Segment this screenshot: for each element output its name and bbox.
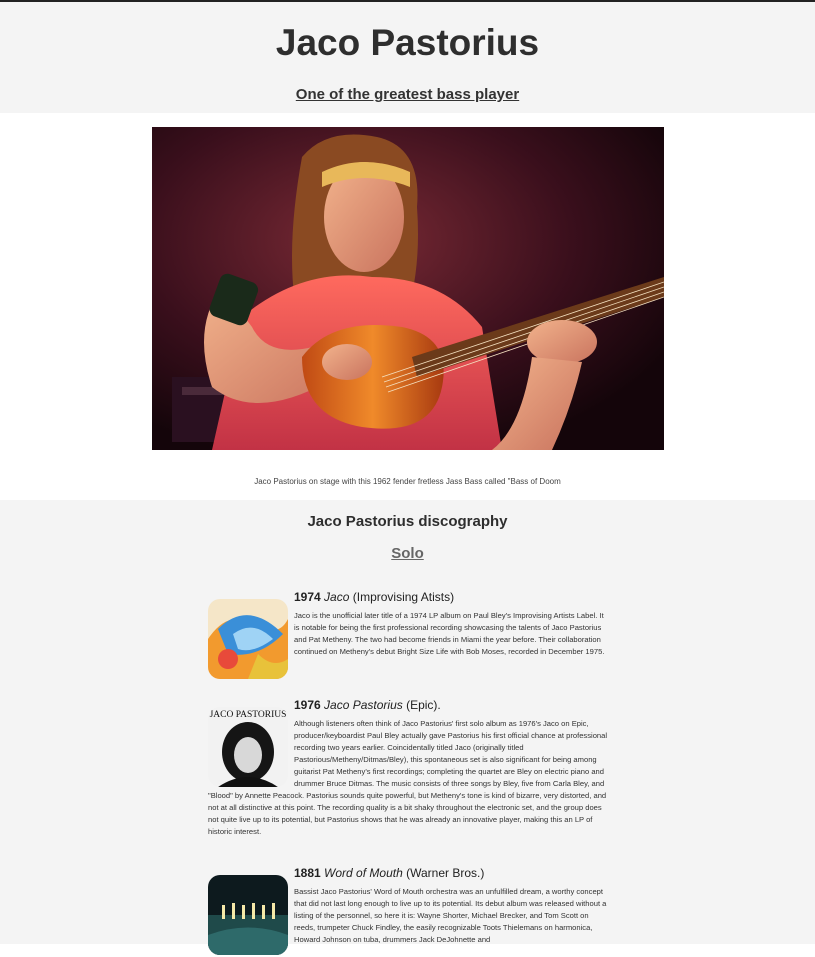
album-year: 1881 — [294, 866, 321, 880]
album-description: Bassist Jaco Pastorius' Word of Mouth or… — [294, 887, 607, 944]
solo-subheading: Solo — [391, 545, 424, 562]
album-year: 1974 — [294, 590, 321, 604]
discography-section: Jaco Pastorius discography Solo 1974 Jac… — [0, 500, 815, 955]
album-label: (Improvising Atists) — [352, 590, 455, 604]
album-item: 1974 Jaco (Improvising Atists) Jaco is t… — [208, 589, 608, 681]
page-header: Jaco Pastorius One of the greatest bass … — [0, 2, 815, 113]
photo-caption: Jaco Pastorius on stage with this 1962 f… — [254, 477, 561, 486]
album-cover-jaco-pastorius: JACO PASTORIUS — [208, 707, 288, 787]
jaco-stage-photo — [152, 127, 664, 450]
album-label: (Warner Bros.) — [406, 866, 485, 880]
discography-heading: Jaco Pastorius discography — [307, 513, 508, 530]
album-name: Word of Mouth — [324, 866, 403, 880]
album-cover-word-of-mouth — [208, 875, 288, 955]
album-cover-text: JACO PASTORIUS — [210, 710, 287, 720]
page-title: Jaco Pastorius — [275, 22, 540, 63]
album-label: (Epic). — [406, 698, 441, 712]
album-year: 1976 — [294, 698, 321, 712]
album-name: Jaco — [324, 590, 350, 604]
album-title: 1881 Word of Mouth (Warner Bros.) — [294, 865, 608, 881]
album-title: 1976 Jaco Pastorius (Epic). — [294, 697, 608, 713]
album-title: 1974 Jaco (Improvising Atists) — [294, 589, 608, 605]
album-item: 1976 Jaco Pastorius (Epic). JACO PASTORI… — [208, 697, 608, 838]
album-name: Jaco Pastorius — [324, 698, 403, 712]
album-description: Jaco is the unofficial later title of a … — [294, 611, 605, 656]
photo-section: Jaco Pastorius on stage with this 1962 f… — [0, 113, 815, 500]
album-cover-jaco — [208, 599, 288, 679]
page-subtitle: One of the greatest bass player — [295, 86, 520, 103]
album-item: 1881 Word of Mouth (Warner Bros.) Bassis… — [208, 865, 608, 957]
